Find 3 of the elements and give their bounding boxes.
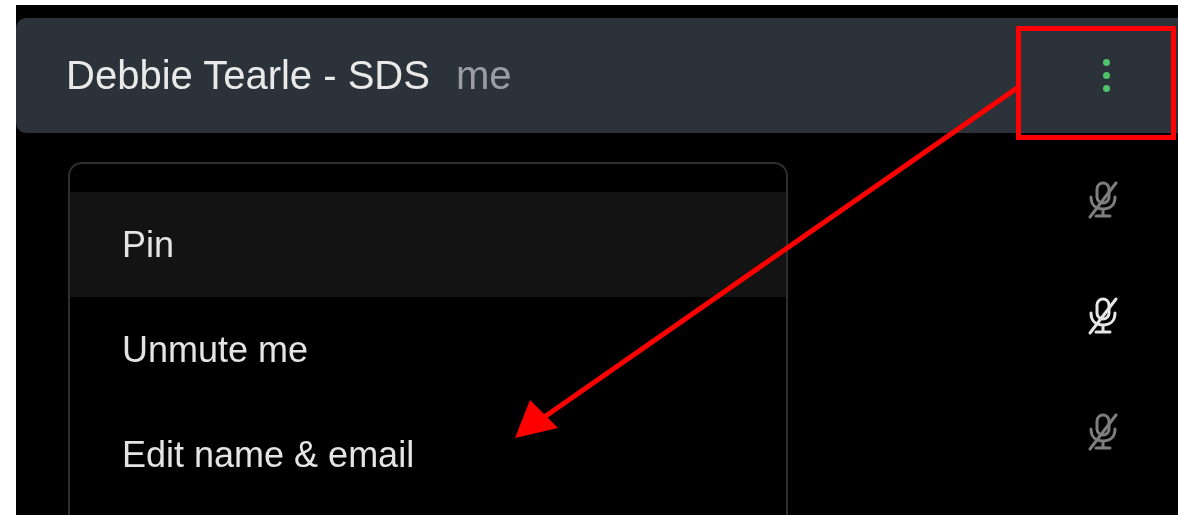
participant-name: Debbie Tearle - SDS	[66, 53, 430, 98]
menu-item[interactable]: Pin	[70, 192, 786, 297]
self-label: me	[455, 53, 512, 98]
